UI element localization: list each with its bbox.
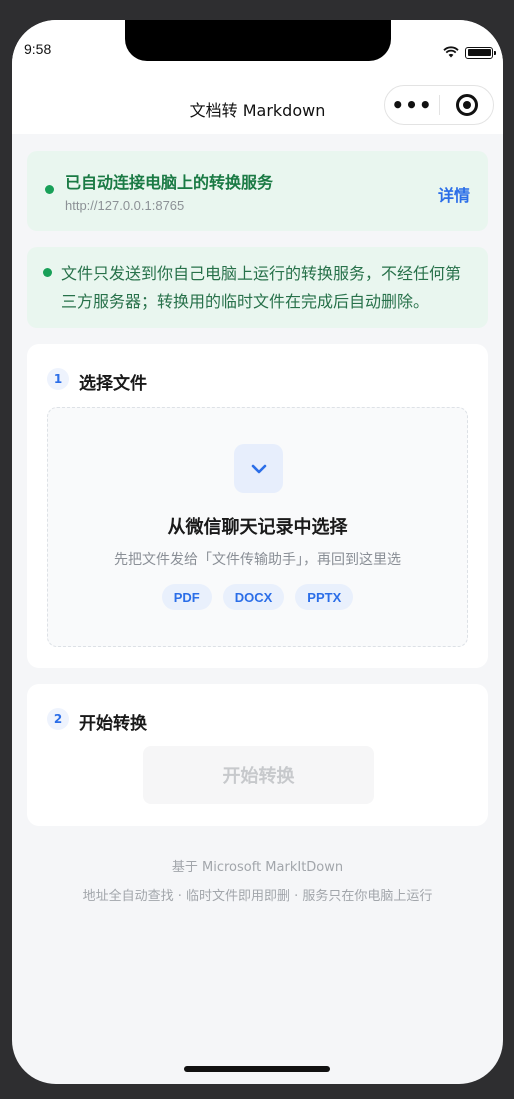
privacy-notice: 文件只发送到你自己电脑上运行的转换服务，不经任何第三方服务器；转换用的临时文件在…	[27, 247, 488, 328]
more-menu-icon[interactable]: •••	[385, 95, 439, 115]
status-icons	[443, 43, 496, 62]
main-content: 已自动连接电脑上的转换服务 http://127.0.0.1:8765 详情 文…	[27, 151, 488, 904]
close-mini-program-button[interactable]	[440, 94, 493, 116]
phone-screen: 9:58 文档转 Markdown ••• 已自动连接电脑上的转换服务 http…	[12, 20, 503, 1084]
connection-card: 已自动连接电脑上的转换服务 http://127.0.0.1:8765 详情	[27, 151, 488, 231]
footer-powered-by: 基于 Microsoft MarkItDown	[171, 860, 344, 875]
step-title: 选择文件	[79, 374, 147, 394]
home-indicator[interactable]	[184, 1066, 330, 1072]
connection-status-dot	[45, 185, 54, 194]
privacy-dot	[43, 268, 52, 277]
connection-address: http://127.0.0.1:8765	[65, 198, 185, 213]
step-number-badge: 2	[47, 708, 69, 730]
close-ring-icon	[455, 94, 478, 116]
footer-features: 地址全自动查找 · 临时文件即用即删 · 服务只在你电脑上运行	[82, 889, 433, 904]
format-tag-pdf: PDF	[161, 584, 212, 610]
step-select-file-card: 1 选择文件 从微信聊天记录中选择 先把文件发给「文件传输助手」，再回到这里选 …	[27, 344, 488, 668]
step-title: 开始转换	[79, 714, 147, 734]
status-time: 9:58	[24, 41, 52, 57]
step-number-badge: 1	[47, 368, 69, 390]
step-convert-card: 2 开始转换 开始转换	[27, 684, 488, 826]
format-tag-docx: DOCX	[222, 584, 285, 610]
format-tags: PDF DOCX PPTX	[48, 584, 467, 610]
chevron-down-icon	[234, 444, 283, 493]
choose-file-dropzone[interactable]: 从微信聊天记录中选择 先把文件发给「文件传输助手」，再回到这里选 PDF DOC…	[47, 407, 468, 647]
privacy-text: 文件只发送到你自己电脑上运行的转换服务，不经任何第三方服务器；转换用的临时文件在…	[61, 264, 462, 311]
detail-link[interactable]: 详情	[438, 182, 470, 206]
connection-title: 已自动连接电脑上的转换服务	[65, 173, 274, 192]
mini-program-capsule: •••	[384, 85, 494, 125]
battery-icon	[465, 46, 496, 59]
footer: 基于 Microsoft MarkItDown 地址全自动查找 · 临时文件即用…	[27, 856, 488, 904]
wifi-icon	[443, 43, 459, 62]
camera-notch	[125, 20, 391, 61]
choose-from-chat-title: 从微信聊天记录中选择	[167, 517, 348, 538]
choose-file-hint: 先把文件发给「文件传输助手」，再回到这里选	[114, 552, 401, 568]
format-tag-pptx: PPTX	[295, 584, 354, 610]
start-convert-button[interactable]: 开始转换	[143, 746, 374, 804]
device-frame: 9:58 文档转 Markdown ••• 已自动连接电脑上的转换服务 http…	[0, 0, 514, 1099]
